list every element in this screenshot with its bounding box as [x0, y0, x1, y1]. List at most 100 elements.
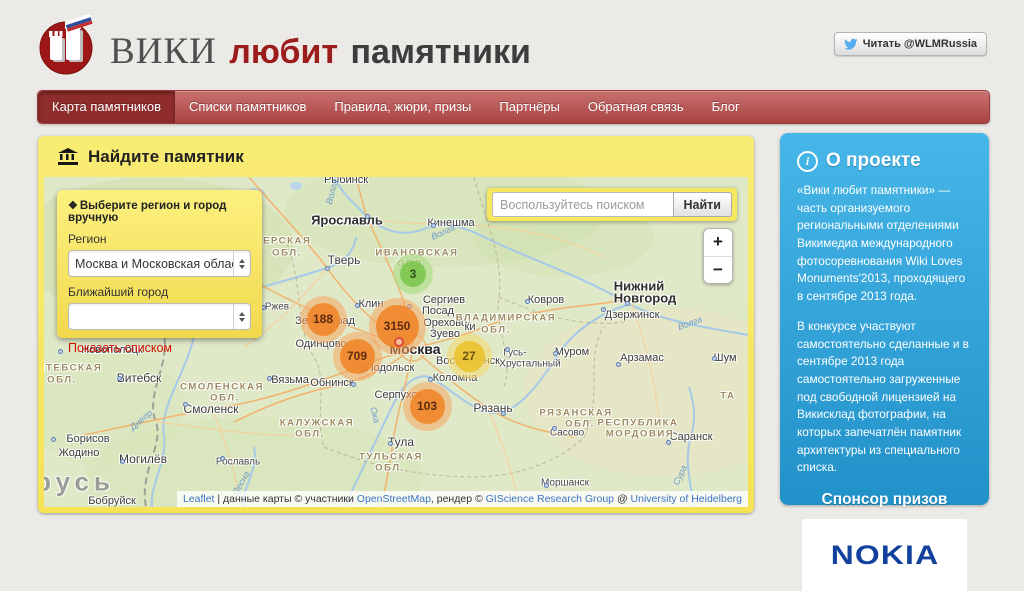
chooser-title: ❖Выберите регион и город вручную [68, 199, 251, 224]
city-dot [365, 214, 370, 219]
nokia-logo: NOKIA [830, 540, 939, 571]
map-label: Вязьма [271, 374, 309, 386]
map-label: Саранск [670, 431, 713, 443]
about-project-panel: i О проекте «Вики любит памятники» — час… [780, 133, 989, 505]
city-dot [666, 440, 671, 445]
title-wiki: ВИКИ [110, 31, 217, 72]
map-label: ОБЛ. [210, 393, 240, 404]
moscow-marker[interactable] [394, 337, 404, 347]
map-label: КАЛУЖСКАЯ [280, 418, 354, 429]
map-label: Ярославль [311, 213, 383, 228]
map-label: Хрустальный [499, 359, 560, 370]
map-label: ОБЛ. [47, 375, 77, 386]
map-label: Борисов [66, 433, 109, 445]
city-select[interactable] [68, 303, 251, 330]
heidelberg-link[interactable]: University of Heidelberg [631, 493, 742, 505]
monuments-map[interactable]: ❖Выберите регион и город вручную Регион … [44, 177, 748, 507]
region-chooser-panel: ❖Выберите регион и город вручную Регион … [57, 190, 262, 338]
zoom-out-button[interactable]: − [704, 257, 732, 284]
city-dot [544, 483, 549, 488]
region-label: Регион [68, 232, 251, 246]
city-dot [117, 376, 122, 381]
bank-building-icon [58, 149, 78, 165]
giscience-link[interactable]: GIScience Research Group [486, 493, 614, 505]
city-dot [505, 347, 510, 352]
city-dot [501, 411, 506, 416]
map-label: Тверь [328, 253, 361, 267]
city-dot [431, 223, 436, 228]
city-dot [625, 301, 630, 306]
map-label: Ковров [528, 294, 564, 306]
map-label: Арзамас [620, 352, 664, 364]
finder-title: Найдите памятник [88, 147, 244, 167]
city-dot [355, 303, 360, 308]
map-label: ВЛАДИМИРСКАЯ [456, 313, 557, 324]
twitter-follow-button[interactable]: Читать @WLMRussia [834, 32, 987, 56]
twitter-follow-label: Читать @WLMRussia [863, 38, 977, 50]
city-dot [220, 456, 225, 461]
nav-item-5[interactable]: Блог [698, 91, 754, 123]
marker-cluster-188[interactable]: 188 [300, 296, 347, 343]
map-label: ОБЛ. [481, 325, 511, 336]
info-icon: i [797, 151, 818, 172]
map-label: ОБЛ. [272, 248, 302, 259]
about-title: О проекте [826, 150, 921, 172]
map-label: Дзержинск [605, 309, 660, 321]
city-dot [120, 459, 125, 464]
about-paragraph-2: В конкурсе участвуют самостоятельно сдел… [797, 318, 972, 477]
map-label: Рязань [473, 401, 512, 415]
map-label: Смоленск [184, 402, 239, 416]
map-label: ТА [720, 391, 735, 402]
wlm-logo [38, 14, 104, 78]
map-label: Шум [713, 352, 736, 364]
map-label: Новгород [614, 291, 676, 306]
map-label: Могилёв [119, 452, 167, 466]
about-paragraph-1: «Вики любит памятники» — часть организуе… [797, 182, 972, 306]
map-label: Ржев [265, 302, 289, 313]
nav-item-3[interactable]: Партнёры [485, 91, 573, 123]
map-label: Посад [422, 305, 454, 317]
page-title: ВИКИ любит памятники [110, 30, 531, 73]
leaflet-link[interactable]: Leaflet [183, 493, 215, 505]
title-monuments: памятники [350, 33, 530, 71]
nav-item-0[interactable]: Карта памятников [38, 91, 175, 123]
map-search-bar: Найти [487, 188, 737, 221]
map-label: Жодино [59, 447, 100, 459]
nav-item-2[interactable]: Правила, жюри, призы [320, 91, 485, 123]
city-dot [351, 382, 356, 387]
city-dot [553, 351, 558, 356]
map-label: ВЕРСКАЯ [255, 236, 312, 247]
nav-item-1[interactable]: Списки памятников [175, 91, 320, 123]
marker-cluster-3[interactable]: 3 [393, 254, 433, 294]
show-as-list-link[interactable]: Показать списком [68, 341, 172, 355]
finder-header: Найдите памятник [38, 136, 754, 177]
monument-finder-panel: Найдите памятник [38, 136, 754, 513]
city-dot [388, 441, 393, 446]
map-label: ОБЛ. [375, 463, 405, 474]
stepper-arrows-icon [233, 251, 250, 276]
region-select[interactable]: Москва и Московская область [68, 250, 251, 277]
map-label: РЕСПУБЛИКА [597, 418, 678, 429]
marker-cluster-103[interactable]: 103 [403, 382, 452, 431]
sponsor-heading: Спонсор призов [797, 491, 972, 509]
map-label: Витебск [117, 371, 162, 385]
zoom-in-button[interactable]: + [704, 229, 732, 257]
search-input[interactable] [492, 192, 673, 217]
map-label: Муром [555, 346, 589, 358]
city-dot [712, 356, 717, 361]
map-label: ТУЛЬСКАЯ [359, 452, 423, 463]
nav-item-4[interactable]: Обратная связь [574, 91, 698, 123]
city-dot [552, 426, 557, 431]
region-select-value: Москва и Московская область [69, 257, 233, 271]
city-dot [183, 402, 188, 407]
city-dot [267, 376, 272, 381]
twitter-bird-icon [844, 37, 858, 51]
search-button[interactable]: Найти [673, 192, 732, 217]
map-label: СМОЛЕНСКАЯ [180, 382, 264, 393]
osm-link[interactable]: OpenStreetMap [357, 493, 431, 505]
map-label: ОБЛ. [295, 429, 325, 440]
marker-cluster-709[interactable]: 709 [333, 332, 382, 381]
city-dot [325, 266, 330, 271]
map-zoom-control: + − [703, 228, 733, 284]
marker-cluster-27[interactable]: 27 [447, 334, 492, 379]
